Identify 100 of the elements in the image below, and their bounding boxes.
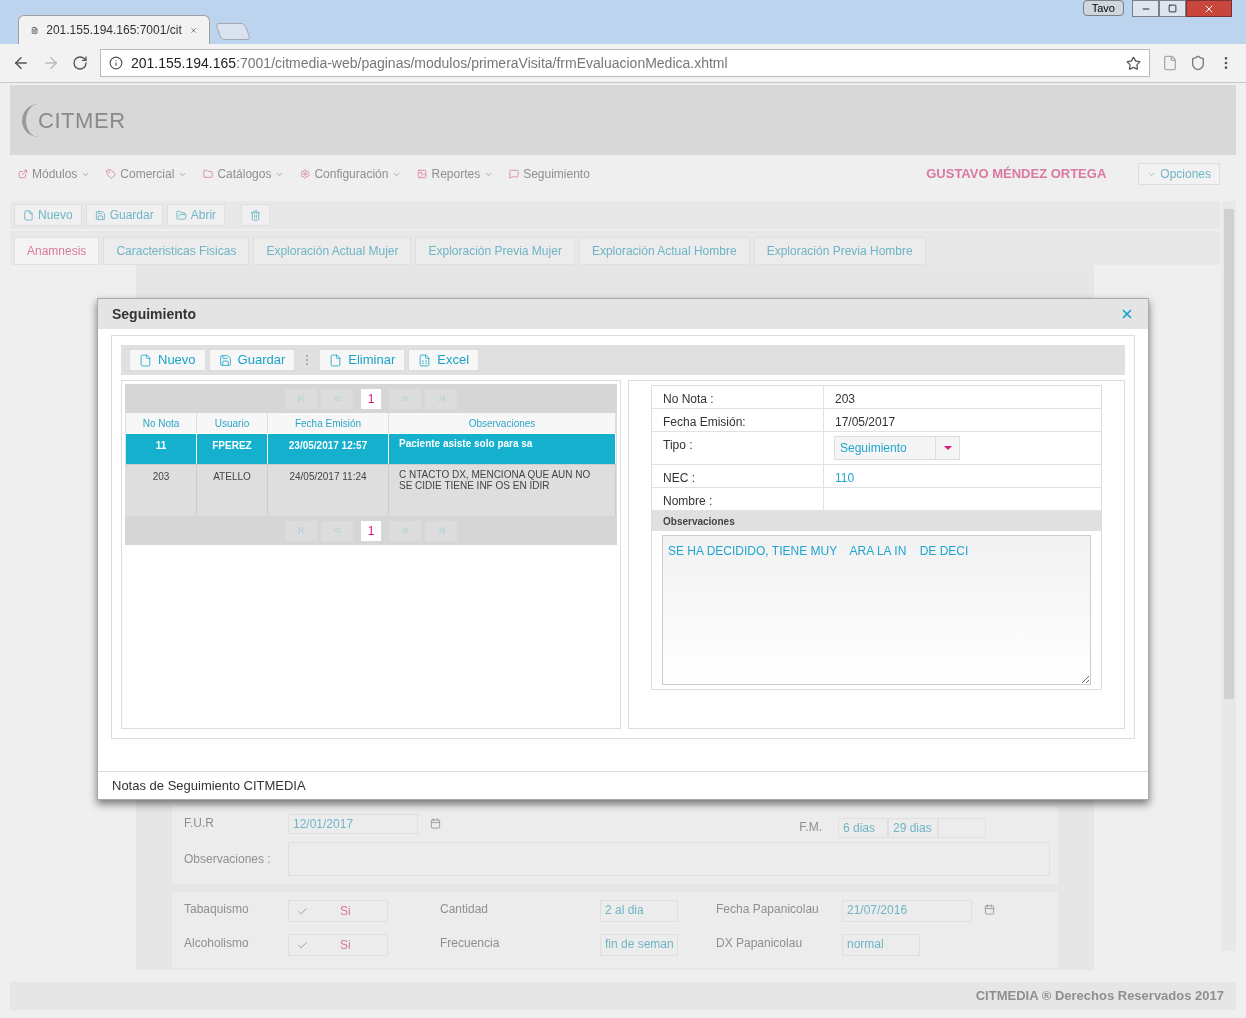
- document-icon: [329, 353, 343, 367]
- delete-button[interactable]: [241, 204, 271, 226]
- pdf-extension-icon[interactable]: [1162, 55, 1178, 71]
- scrollbar-thumb[interactable]: [1224, 209, 1234, 699]
- field-label: F.U.R: [183, 815, 215, 832]
- field-label: Fecha Emisión:: [652, 409, 824, 431]
- column-header[interactable]: Usuario: [197, 413, 268, 433]
- close-window-button[interactable]: [1186, 0, 1232, 17]
- form-tab[interactable]: Exploración Actual Mujer: [253, 237, 412, 265]
- last-page-button[interactable]: [425, 520, 457, 541]
- toolbar-separator: [306, 355, 309, 365]
- speech-bubble-icon: [509, 169, 520, 179]
- column-header[interactable]: Fecha Emisión: [268, 413, 389, 433]
- trash-icon: [250, 209, 262, 221]
- previous-page-button[interactable]: [321, 388, 353, 409]
- column-header[interactable]: Observaciones: [389, 413, 616, 433]
- browser-tab[interactable]: 201.155.194.165:7001/cit: [18, 15, 210, 44]
- reload-icon[interactable]: [72, 55, 88, 71]
- shield-extension-icon[interactable]: [1190, 55, 1206, 71]
- toolbar-button[interactable]: Excel: [408, 349, 480, 371]
- calendar-icon[interactable]: [430, 818, 441, 829]
- bookmark-star-icon[interactable]: [1126, 55, 1141, 71]
- document-icon: [139, 353, 152, 367]
- options-button[interactable]: Opciones: [1138, 163, 1220, 185]
- toolbar-button[interactable]: Guardar: [208, 349, 296, 371]
- maximize-button[interactable]: [1159, 0, 1186, 17]
- table-cell[interactable]: 24/05/2017 11:24: [268, 464, 389, 516]
- table-cell[interactable]: 11: [126, 433, 197, 464]
- external-link-icon: [18, 169, 28, 179]
- spreadsheet-icon: [418, 353, 432, 367]
- toolbar-button[interactable]: Nuevo: [14, 204, 82, 226]
- table-cell[interactable]: FPEREZ: [197, 433, 268, 464]
- toolbar-button[interactable]: Nuevo: [129, 349, 206, 371]
- table-cell[interactable]: 203: [126, 464, 197, 516]
- check-icon: [297, 905, 308, 917]
- field-label: Tabaquismo: [183, 901, 250, 918]
- document-icon: [23, 209, 34, 221]
- menu-item[interactable]: Módulos: [18, 165, 91, 183]
- date-field[interactable]: 12/01/2017: [288, 814, 418, 834]
- input-field[interactable]: fin de seman: [600, 934, 678, 956]
- yes-toggle[interactable]: Si: [288, 900, 388, 922]
- info-icon[interactable]: [109, 56, 123, 70]
- field-label: Alcoholismo: [183, 935, 250, 952]
- double-chevron-right-icon: [399, 393, 411, 404]
- table-cell[interactable]: Paciente asiste solo para sa: [389, 433, 616, 464]
- input-field[interactable]: 2 al dia: [600, 900, 678, 922]
- input-field[interactable]: 29 dias: [888, 818, 938, 838]
- previous-page-button[interactable]: [321, 520, 353, 541]
- form-tab[interactable]: Exploración Previa Hombre: [753, 237, 926, 265]
- table-cell[interactable]: ATELLO: [197, 464, 268, 516]
- field-label: DX Papanicolau: [716, 935, 804, 952]
- close-icon[interactable]: [1120, 307, 1134, 321]
- first-page-button[interactable]: [285, 388, 317, 409]
- toolbar-button[interactable]: Guardar: [85, 204, 163, 226]
- observaciones-header: Observaciones: [652, 511, 1101, 531]
- table-cell[interactable]: 23/05/2017 12:57: [268, 433, 389, 464]
- nec-link[interactable]: 110: [824, 465, 1101, 487]
- form-tab[interactable]: Exploración Previa Mujer: [415, 237, 575, 265]
- menu-item[interactable]: Seguimiento: [509, 165, 590, 183]
- user-name: GUSTAVO MÉNDEZ ORTEGA: [926, 165, 1107, 184]
- next-page-button[interactable]: [389, 520, 421, 541]
- field-label: Cantidad: [440, 901, 490, 918]
- first-page-button[interactable]: [285, 520, 317, 541]
- minimize-button[interactable]: [1132, 0, 1159, 17]
- page-number-button[interactable]: 1: [361, 520, 381, 541]
- observaciones-textarea[interactable]: SE HA DECIDIDO, TIENE MUY ARA LA IN DE DECI: [662, 535, 1091, 685]
- menu-item[interactable]: Configuración: [300, 165, 402, 183]
- form-tab[interactable]: Exploración Actual Hombre: [578, 237, 750, 265]
- menu-item[interactable]: Catálogos: [203, 165, 285, 183]
- toolbar-button[interactable]: Eliminar: [319, 349, 406, 371]
- last-page-button[interactable]: [425, 388, 457, 409]
- field-label: Fecha Papanicolau: [716, 901, 820, 918]
- page-number-button[interactable]: 1: [361, 388, 381, 409]
- input-field[interactable]: normal: [842, 934, 920, 956]
- back-icon[interactable]: [12, 54, 30, 72]
- date-field[interactable]: 21/07/2016: [842, 900, 972, 922]
- copyright-text: CITMEDIA ® Derechos Reservados 2017: [975, 987, 1224, 1006]
- tag-icon: [106, 169, 117, 179]
- footer-text: Notas de Seguimiento CITMEDIA: [112, 776, 306, 795]
- check-icon: [297, 939, 308, 951]
- menu-item[interactable]: Reportes: [417, 165, 494, 183]
- form-tab[interactable]: Caracteristicas Fisicas: [103, 237, 250, 265]
- yes-toggle[interactable]: Si: [288, 934, 388, 956]
- menu-item[interactable]: Comercial: [106, 165, 188, 183]
- url-text: 201.155.194.165:7001/citmedia-web/paginas/modulos/primeraVisita/frmEvaluacionMedica.xhtml: [131, 53, 729, 73]
- form-tab[interactable]: Anamnesis: [14, 237, 100, 265]
- forward-icon[interactable]: [42, 54, 60, 72]
- address-bar[interactable]: 201.155.194.165:7001/citmedia-web/paginas/modulos/primeraVisita/frmEvaluacionMedica.xhtml: [100, 49, 1150, 77]
- column-header[interactable]: No Nota: [126, 413, 197, 433]
- tipo-dropdown[interactable]: Seguimiento: [834, 436, 960, 460]
- gear-icon: [300, 169, 311, 179]
- scrollbar[interactable]: [1222, 201, 1236, 951]
- toolbar-button[interactable]: Abrir: [166, 204, 226, 226]
- profile-button[interactable]: Tavo: [1082, 0, 1124, 16]
- input-field[interactable]: 6 dias: [838, 818, 888, 838]
- field-label: Observaciones :: [183, 851, 272, 868]
- field-label: Tipo :: [652, 432, 824, 464]
- calendar-icon[interactable]: [984, 904, 995, 915]
- table-cell[interactable]: C NTACTO DX, MENCIONA QUE AUN NO SE CIDIE TIENE INF OS EN IDIR: [389, 464, 616, 516]
- next-page-button[interactable]: [389, 388, 421, 409]
